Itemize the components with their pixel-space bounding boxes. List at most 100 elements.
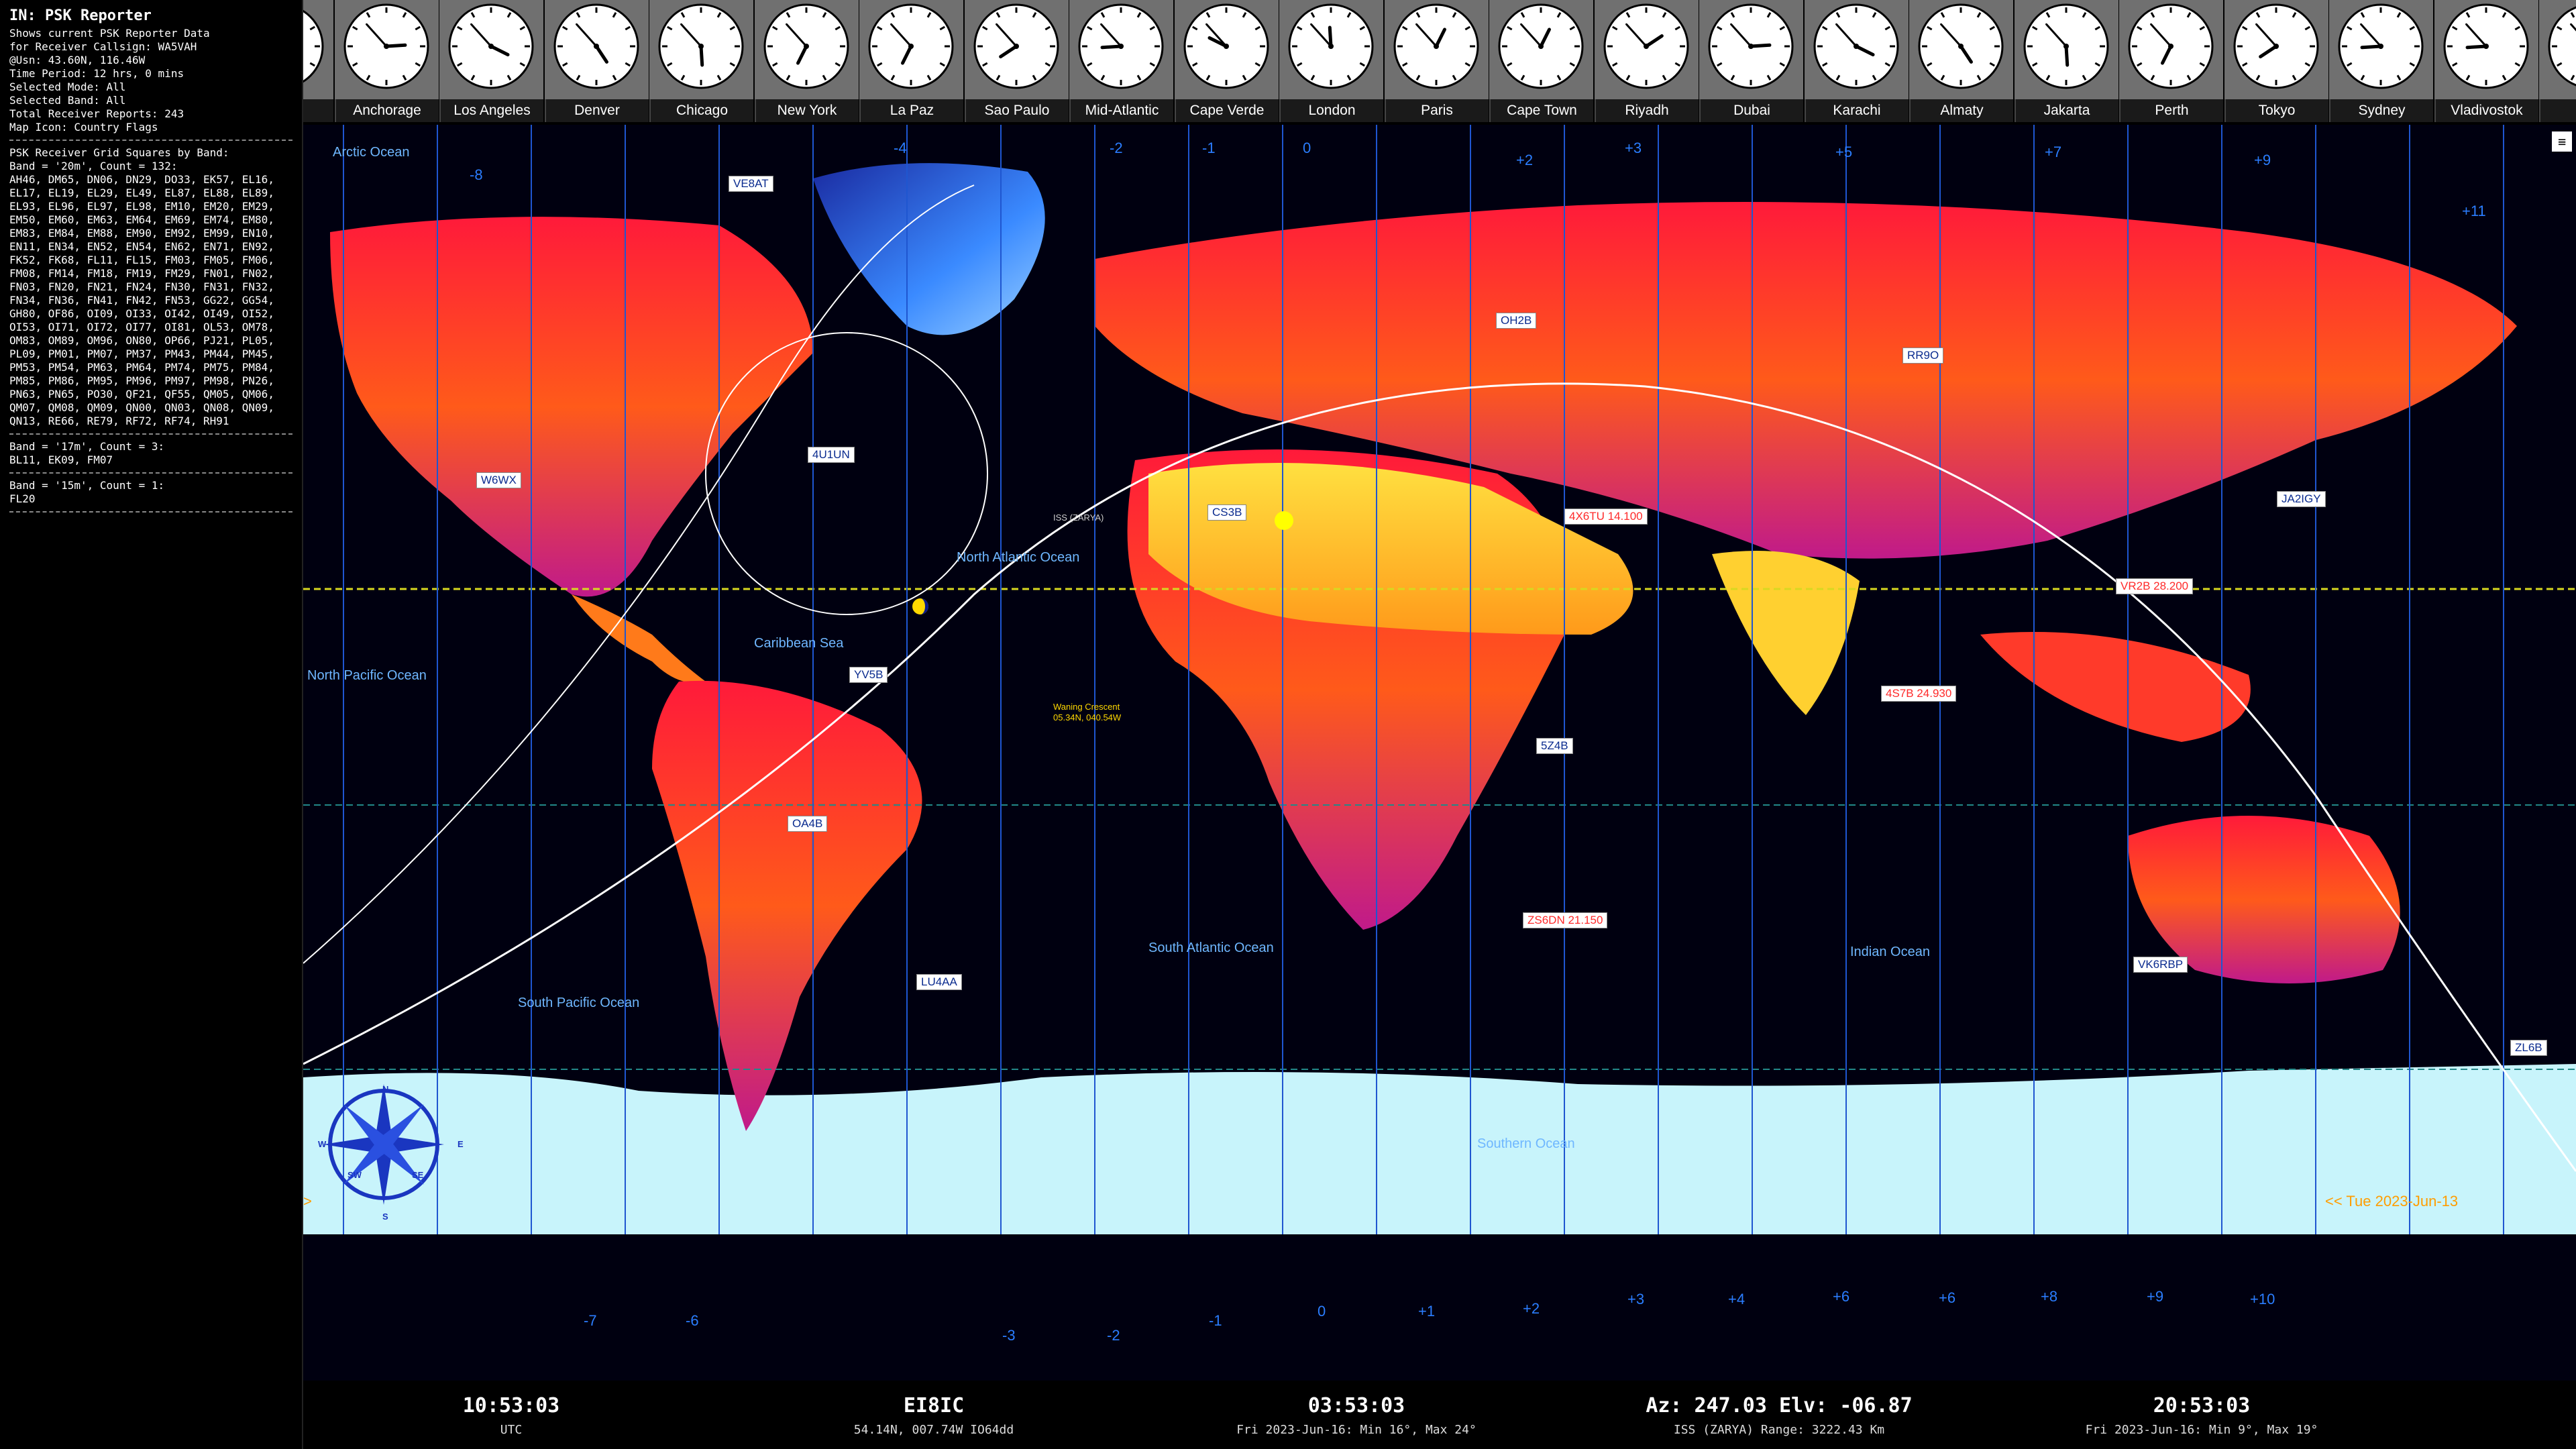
clock-icon: [448, 3, 534, 89]
info-line: Selected Mode: All: [9, 80, 126, 93]
timezone-label: -3: [1002, 1327, 1016, 1344]
date-line-marker: >: [303, 1193, 312, 1210]
world-clock: Dubai: [1699, 0, 1803, 125]
timezone-label: -6: [686, 1312, 699, 1329]
menu-icon[interactable]: ≡: [2552, 131, 2572, 152]
clock-icon: [1813, 3, 1898, 89]
timezone-label: -2: [1107, 1327, 1120, 1344]
compass-w: W: [318, 1139, 327, 1149]
timezone-label: +3: [1625, 140, 1642, 156]
clock-face: [2014, 0, 2118, 99]
callsign-marker[interactable]: VR2B 28.200: [2116, 578, 2194, 594]
info-line: Total Receiver Reports: 243: [9, 107, 184, 120]
callsign-marker[interactable]: 4X6TU 14.100: [1564, 508, 1648, 525]
timezone-label: -1: [1209, 1312, 1222, 1329]
world-clock: New York: [754, 0, 859, 125]
local-weather: Fri 2023-Jun-16: Min 16°, Max 24°: [1236, 1423, 1477, 1437]
clock-city-label: Cape Verde: [1174, 99, 1279, 122]
callsign-marker[interactable]: W6WX: [476, 472, 521, 488]
timezone-label: +2: [1523, 1300, 1540, 1317]
callsign-marker[interactable]: OH2B: [1496, 313, 1537, 329]
info-line: Selected Band: All: [9, 94, 126, 107]
ocean-label: North Pacific Ocean: [307, 668, 427, 683]
timezone-label: 0: [1303, 140, 1311, 156]
callsign-marker[interactable]: RR9O: [1902, 347, 1944, 364]
moon-coords-label: 05.34N, 040.54W: [1053, 712, 1122, 722]
callsign-marker[interactable]: VE8AT: [729, 176, 773, 192]
clock-icon: [763, 3, 849, 89]
callsign-marker[interactable]: LU4AA: [916, 974, 962, 990]
callsign-marker[interactable]: VK6RBP: [2133, 957, 2188, 973]
ocean-label: Caribbean Sea: [754, 636, 844, 651]
callsign-marker[interactable]: ZS6DN 21.150: [1523, 912, 1608, 928]
divider: [9, 511, 292, 513]
dx-time: 20:53:03: [2153, 1394, 2251, 1417]
world-clock: Riyadh: [1594, 0, 1699, 125]
utc-clock: 10:53:03 UTC: [303, 1381, 719, 1437]
divider: [9, 433, 292, 435]
clock-face: [2539, 0, 2576, 99]
callsign-marker[interactable]: CS3B: [1208, 504, 1247, 521]
divider: [9, 472, 292, 474]
clock-city-label: Tokyo: [2224, 99, 2328, 122]
timezone-label: +3: [1627, 1291, 1645, 1307]
clock-city-label: Auck: [2539, 99, 2576, 122]
info-line: for Receiver Callsign: WA5VAH: [9, 40, 197, 53]
clock-face: [1594, 0, 1699, 99]
world-clock: Sydney: [2329, 0, 2433, 125]
divider: [9, 140, 292, 141]
clock-icon: [343, 3, 429, 89]
callsign-marker[interactable]: 5Z4B: [1536, 738, 1573, 754]
clock-face: [2119, 0, 2223, 99]
callsign-marker[interactable]: 4U1UN: [808, 447, 855, 463]
clock-city-label: Denver: [544, 99, 649, 122]
clock-icon: [1183, 3, 1269, 89]
ocean-label: South Pacific Ocean: [518, 996, 640, 1010]
band-20m-grids: AH46, DM65, DN06, DN29, DO33, EK57, EL16…: [9, 173, 281, 427]
callsign-marker[interactable]: 4S7B 24.930: [1881, 686, 1957, 702]
sun-marker: [1275, 511, 1293, 530]
timezone-label: -2: [1110, 140, 1123, 156]
clock-face: [1069, 0, 1173, 99]
clock-icon: [2023, 3, 2108, 89]
timezone-label: +9: [2147, 1288, 2164, 1305]
world-clock: Sao Paulo: [964, 0, 1069, 125]
info-line: @Usn: 43.60N, 116.46W: [9, 54, 146, 66]
clock-city-label: La Paz: [859, 99, 963, 122]
clock-face: [2329, 0, 2433, 99]
callsign-marker[interactable]: ZL6B: [2510, 1040, 2547, 1056]
world-clock: Tokyo: [2224, 0, 2328, 125]
clock-icon: [553, 3, 639, 89]
world-clock: Cape Town: [1489, 0, 1593, 125]
callsign-marker[interactable]: OA4B: [788, 816, 828, 832]
world-clock: Vladivostok: [2434, 0, 2538, 125]
info-line: Time Period: 12 hrs, 0 mins: [9, 67, 184, 80]
moon-phase-label: Waning Crescent: [1053, 702, 1120, 712]
clock-face: [1699, 0, 1803, 99]
timezone-label: +6: [1939, 1289, 1956, 1306]
clock-face: [303, 0, 333, 99]
clock-face: [439, 0, 543, 99]
world-clock: Almaty: [1909, 0, 2013, 125]
band-20m-header: Band = '20m', Count = 132:: [9, 160, 178, 172]
timezone-label: -7: [584, 1312, 597, 1329]
info-line: Map Icon: Country Flags: [9, 121, 158, 133]
timezone-label: +11: [2462, 203, 2486, 219]
timezone-label: +8: [2041, 1288, 2058, 1305]
timezone-label: +7: [2045, 144, 2062, 160]
timezone-label: +2: [1516, 152, 1534, 168]
world-map[interactable]: Arctic Ocean North Atlantic Ocean Caribb…: [303, 125, 2576, 1381]
callsign-marker[interactable]: YV5B: [849, 667, 888, 683]
clock-icon: [303, 9, 324, 83]
compass-sw: SW: [347, 1170, 362, 1180]
callsign-marker[interactable]: JA2IGY: [2277, 491, 2326, 507]
timezone-label: -4: [894, 140, 907, 156]
clock-face: [754, 0, 859, 99]
clock-city-label: Almaty: [1909, 99, 2013, 122]
world-clock: La Paz: [859, 0, 963, 125]
clock-face: [2434, 0, 2538, 99]
clock-city-label: Chicago: [649, 99, 753, 122]
clock-icon: [1603, 3, 1688, 89]
timezone-label: +4: [1728, 1291, 1746, 1307]
world-clock: Paris: [1384, 0, 1489, 125]
